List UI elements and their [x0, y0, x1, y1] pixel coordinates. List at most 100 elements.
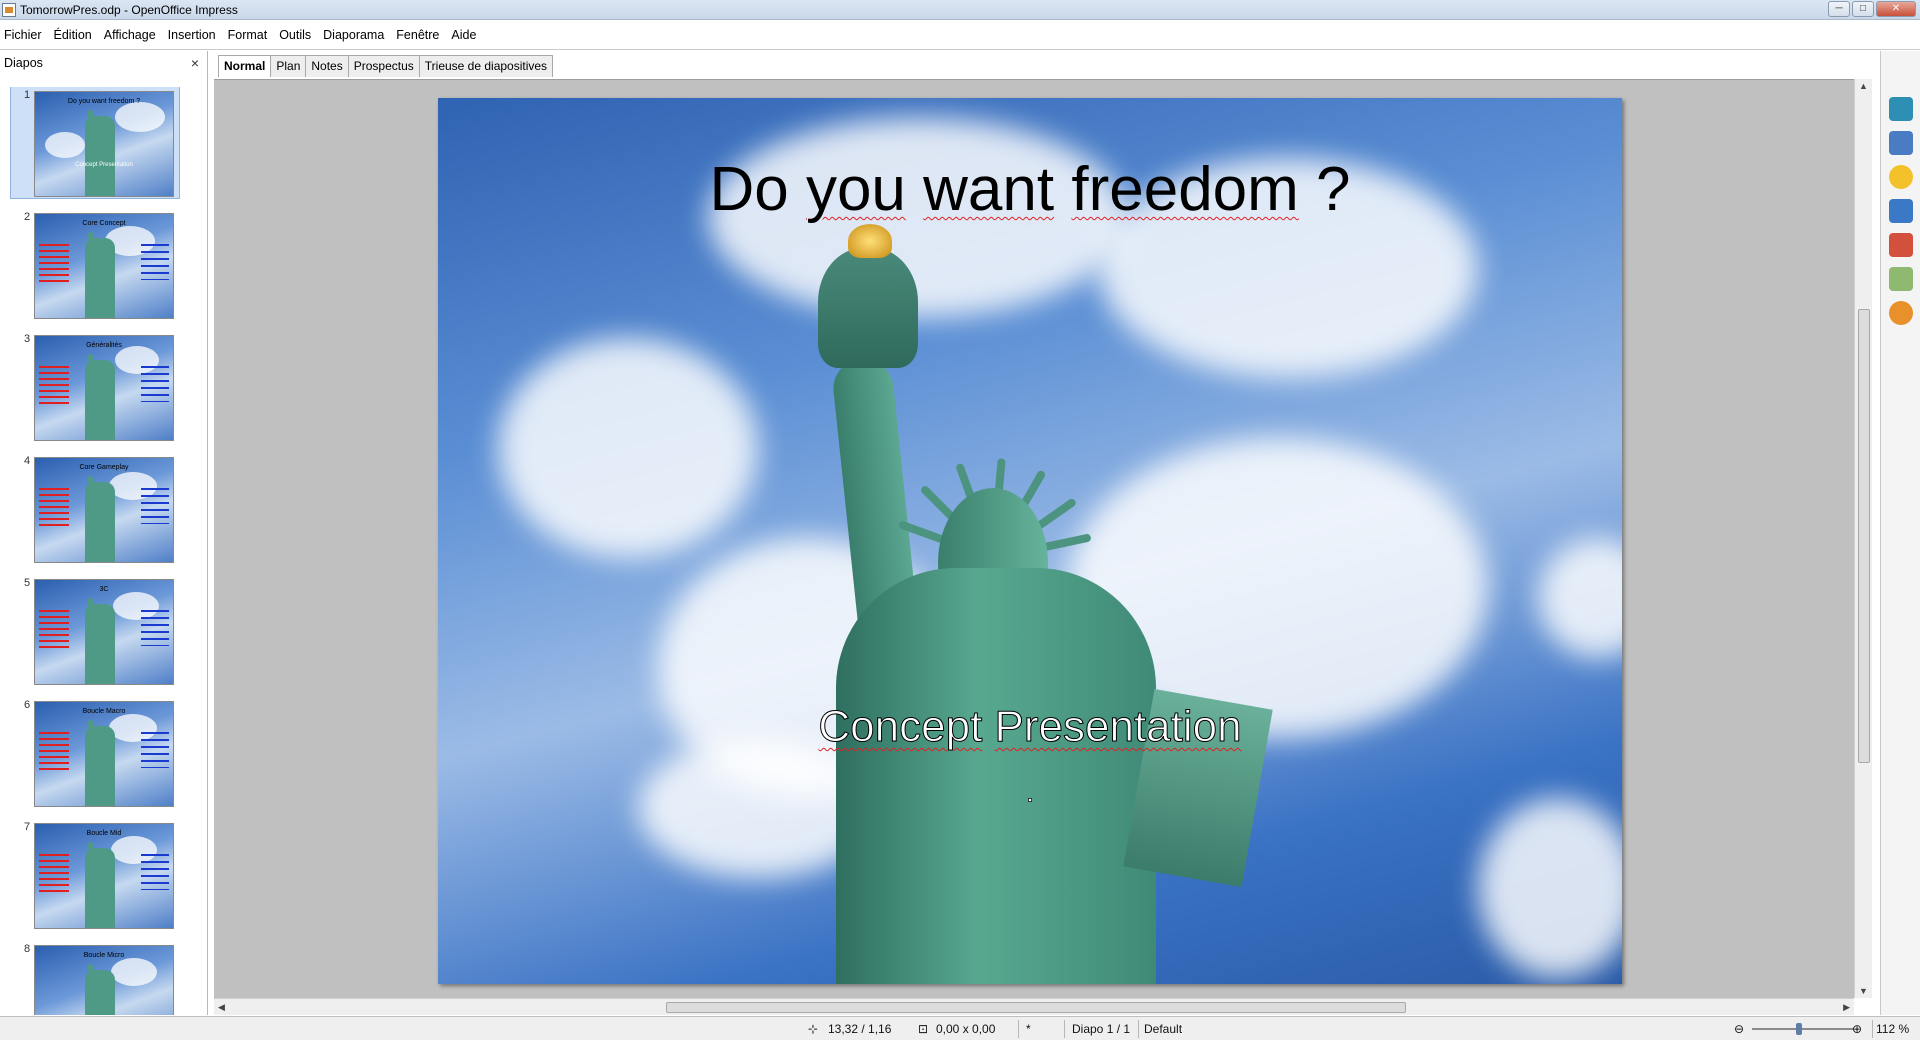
- menu-diaporama[interactable]: Diaporama: [323, 28, 384, 42]
- slide-thumbnail-3[interactable]: 3 Généralités: [0, 331, 208, 453]
- size-icon: ⊡: [918, 1022, 929, 1036]
- slide-thumbnail-7[interactable]: 7 Boucle Mid: [0, 819, 208, 941]
- maximize-icon[interactable]: □: [1852, 1, 1874, 17]
- modified-indicator[interactable]: *: [1026, 1022, 1031, 1036]
- master-pages-icon[interactable]: [1889, 131, 1913, 155]
- menu-insertion[interactable]: Insertion: [168, 28, 216, 42]
- window-controls: ─ □ ✕: [1828, 1, 1916, 17]
- presentation-icon: [2, 2, 16, 17]
- zoom-in-icon[interactable]: ⊕: [1852, 1022, 1862, 1036]
- title-text: ?: [1298, 155, 1351, 224]
- menu-separator: [0, 49, 1920, 50]
- slide-number: 6: [24, 699, 31, 711]
- slide-number: 8: [24, 943, 31, 955]
- current-slide[interactable]: Do you want freedom ? Concept Presentati…: [438, 98, 1622, 984]
- subtitle-text: [982, 702, 994, 751]
- properties-icon[interactable]: [1889, 97, 1913, 121]
- torch-flame: [848, 224, 892, 258]
- title-text: Do: [709, 155, 806, 224]
- slides-pane-title: Diapos: [4, 56, 43, 70]
- thumbnail-title: Boucle Macro: [82, 708, 126, 715]
- slide-thumbnail-2[interactable]: 2 Core Concept: [0, 209, 208, 331]
- slide-title[interactable]: Do you want freedom ?: [438, 154, 1622, 225]
- tab-normal[interactable]: Normal: [218, 55, 272, 77]
- pane-close-icon[interactable]: ×: [191, 55, 199, 71]
- zoom-out-icon[interactable]: ⊖: [1734, 1022, 1744, 1036]
- scroll-right-icon[interactable]: ▶: [1843, 1002, 1850, 1013]
- slide-preview: Boucle Macro: [34, 701, 174, 807]
- close-icon[interactable]: ✕: [1876, 1, 1916, 17]
- title-text: [906, 155, 923, 224]
- thumbnail-title: Généralités: [86, 342, 122, 349]
- thumbnail-subtitle: Concept Presentation: [75, 162, 133, 168]
- main-area: Normal Plan Notes Prospectus Trieuse de …: [214, 51, 1877, 1015]
- status-bar: ⊹ 13,32 / 1,16 ⊡ 0,00 x 0,00 * Diapo 1 /…: [0, 1016, 1920, 1040]
- vertical-scroll-thumb[interactable]: [1858, 309, 1870, 763]
- title-bar: TomorrowPres.odp - OpenOffice Impress ─ …: [0, 0, 1920, 20]
- menu-bar: Fichier Édition Affichage Insertion Form…: [0, 24, 1920, 46]
- minimize-icon[interactable]: ─: [1828, 1, 1850, 17]
- slide-subtitle[interactable]: Concept Presentation: [438, 702, 1622, 752]
- view-tabs: Normal Plan Notes Prospectus Trieuse de …: [218, 55, 554, 77]
- scroll-left-icon[interactable]: ◀: [218, 1002, 225, 1013]
- statue-body: [836, 568, 1156, 984]
- thumbnail-title: Core Concept: [82, 220, 126, 227]
- slide-thumbnail-list[interactable]: 1 Do you want freedom ? Concept Presenta…: [0, 87, 208, 1015]
- zoom-slider-handle[interactable]: [1796, 1023, 1802, 1035]
- slide-indicator: Diapo 1 / 1: [1072, 1022, 1131, 1036]
- horizontal-scrollbar[interactable]: ◀ ▶: [214, 998, 1854, 1015]
- menu-edition[interactable]: Édition: [54, 28, 92, 42]
- horizontal-scroll-thumb[interactable]: [666, 1002, 1406, 1013]
- position-icon: ⊹: [808, 1022, 819, 1036]
- slide-thumbnail-5[interactable]: 5 3C: [0, 575, 208, 697]
- menu-fichier[interactable]: Fichier: [4, 28, 42, 42]
- slide-number: 4: [24, 455, 31, 467]
- sidebar-deck: [1880, 51, 1920, 1015]
- styles-icon[interactable]: [1889, 233, 1913, 257]
- slide-thumbnail-6[interactable]: 6 Boucle Macro: [0, 697, 208, 819]
- menu-outils[interactable]: Outils: [279, 28, 311, 42]
- menu-affichage[interactable]: Affichage: [104, 28, 156, 42]
- spellcheck-word: you: [805, 155, 906, 224]
- thumbnail-title: Core Gameplay: [79, 464, 129, 471]
- slides-pane-header: Diapos ×: [0, 51, 207, 75]
- tab-notes[interactable]: Notes: [305, 55, 349, 77]
- navigator-icon[interactable]: [1889, 301, 1913, 325]
- text-cursor: [1028, 798, 1032, 802]
- tab-plan[interactable]: Plan: [270, 55, 307, 77]
- menu-format[interactable]: Format: [228, 28, 268, 42]
- custom-animation-icon[interactable]: [1889, 165, 1913, 189]
- slide-number: 1: [24, 89, 31, 101]
- thumbnail-title: 3C: [99, 586, 109, 593]
- slide-number: 5: [24, 577, 31, 589]
- scroll-up-icon[interactable]: ▲: [1859, 81, 1868, 91]
- vertical-scrollbar[interactable]: ▲ ▼: [1854, 79, 1872, 998]
- slide-number: 7: [24, 821, 31, 833]
- zoom-level[interactable]: 112 %: [1876, 1022, 1909, 1036]
- spellcheck-word: Presentation: [994, 702, 1242, 752]
- menu-fenetre[interactable]: Fenêtre: [396, 28, 439, 42]
- slide-transition-icon[interactable]: [1889, 199, 1913, 223]
- tab-prospectus[interactable]: Prospectus: [347, 55, 420, 77]
- slide-number: 3: [24, 333, 31, 345]
- slide-thumbnail-1[interactable]: 1 Do you want freedom ? Concept Presenta…: [0, 87, 208, 209]
- tab-trieuse[interactable]: Trieuse de diapositives: [418, 55, 554, 77]
- slide-thumbnail-8[interactable]: 8 Boucle Micro: [0, 941, 208, 1015]
- scroll-down-icon[interactable]: ▼: [1859, 986, 1868, 996]
- gallery-icon[interactable]: [1889, 267, 1913, 291]
- slide-thumbnail-4[interactable]: 4 Core Gameplay: [0, 453, 208, 575]
- menu-aide[interactable]: Aide: [451, 28, 476, 42]
- spellcheck-word: want: [923, 155, 1055, 224]
- slide-preview: Boucle Micro: [34, 945, 174, 1015]
- cursor-position: 13,32 / 1,16: [828, 1022, 892, 1036]
- spellcheck-word: Concept: [818, 702, 983, 752]
- slide-preview: 3C: [34, 579, 174, 685]
- layout-name: Default: [1144, 1022, 1183, 1036]
- slide-preview: Core Gameplay: [34, 457, 174, 563]
- slides-pane: Diapos × 1 Do you want freedom ? Concept…: [0, 51, 208, 1015]
- zoom-slider[interactable]: [1752, 1028, 1854, 1030]
- slide-number: 2: [24, 211, 31, 223]
- spellcheck-word: freedom: [1071, 155, 1299, 224]
- slide-canvas[interactable]: Do you want freedom ? Concept Presentati…: [214, 79, 1854, 998]
- slide-preview: Généralités: [34, 335, 174, 441]
